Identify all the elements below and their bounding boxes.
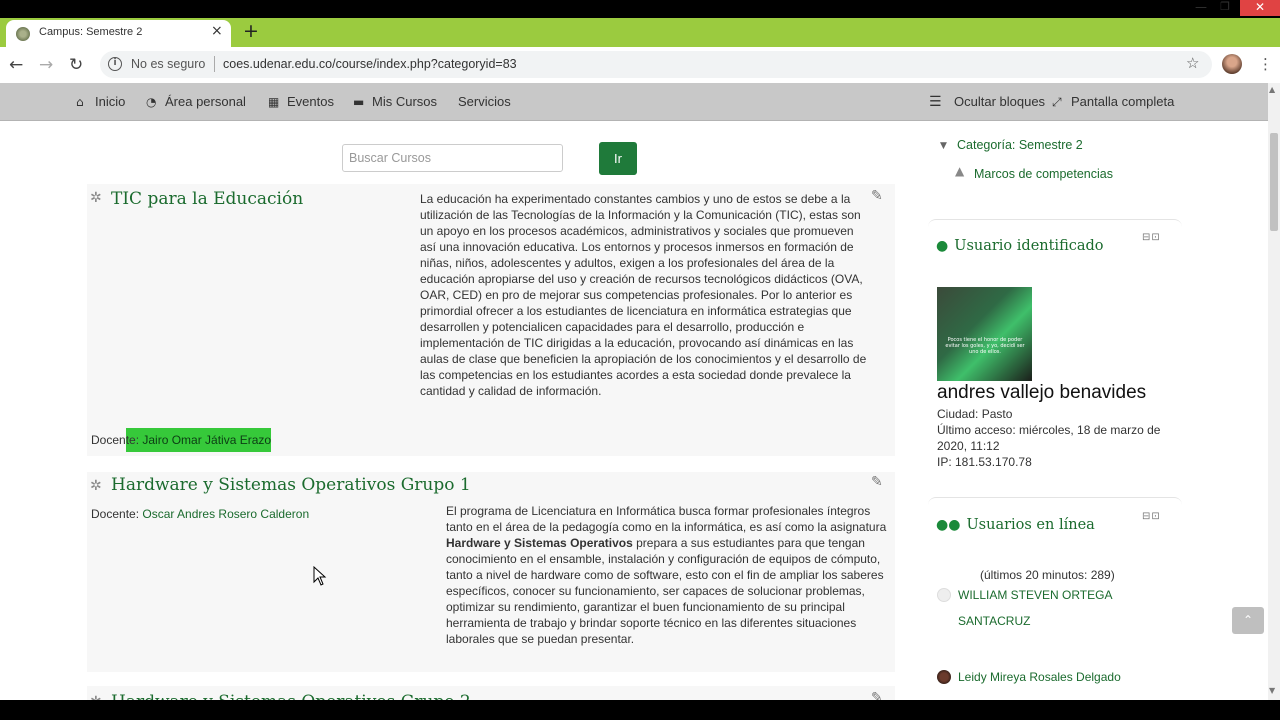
course-teacher: Docente: Oscar Andres Rosero Calderon	[91, 507, 309, 521]
teacher-label: Docente:	[91, 507, 143, 521]
scrollbar-thumb[interactable]	[1270, 133, 1278, 231]
profile-avatar[interactable]	[1222, 54, 1242, 74]
competencies-link[interactable]: Marcos de competencias	[974, 167, 1113, 181]
page-scrollbar[interactable]: ▲ ▼	[1268, 83, 1280, 700]
user-profile-photo[interactable]: Pocos tiene el honor de poder evitar los…	[937, 287, 1032, 381]
courses-icon: ▬	[353, 95, 365, 109]
site-navbar: ⌂ Inicio ◔ Área personal ▦ Eventos ▬ Mis Cur…	[0, 83, 1268, 121]
site-favicon-icon	[16, 27, 30, 41]
expand-icon: ⤢	[1052, 95, 1062, 109]
course-teacher: Docente: Jairo Omar Játiva Erazo	[91, 428, 272, 452]
teacher-label-b: te:	[125, 433, 143, 447]
course-box: ✲ TIC para la Educación ✎ La educación h…	[87, 184, 895, 456]
teacher-highlight: te: Jairo Omar Játiva Erazo	[125, 428, 272, 452]
logged-user-block: ● Usuario identificado ⊟⊡ Pocos tiene el …	[928, 219, 1182, 479]
user-icon: ●	[936, 238, 949, 254]
fullscreen-label: Pantalla completa	[1071, 94, 1175, 109]
users-icon: ●●	[936, 517, 961, 533]
nav-inicio-label: Inicio	[95, 94, 126, 109]
online-count: (últimos 20 minutos: 289)	[980, 568, 1115, 582]
nav-area-label: Área personal	[165, 94, 246, 109]
nav-eventos[interactable]: ▦ Eventos	[268, 94, 334, 109]
forward-arrow-icon[interactable]: →	[39, 55, 53, 75]
nav-cursos-label: Mis Cursos	[372, 94, 438, 109]
teacher-link[interactable]: Oscar Andres Rosero Calderon	[142, 507, 309, 521]
competency-icon: ▲	[955, 164, 965, 178]
online-user-link[interactable]: WILLIAM STEVEN ORTEGA SANTACRUZ	[958, 582, 1173, 634]
block-title-text: Usuario identificado	[954, 238, 1104, 254]
teacher-label-a: Docen	[91, 433, 126, 447]
scroll-down-icon[interactable]: ▼	[1269, 686, 1275, 695]
security-label[interactable]: No es seguro	[131, 57, 205, 71]
back-to-top-button[interactable]: ⌃	[1232, 607, 1264, 634]
url-omnibox[interactable]: i No es seguro coes.udenar.edu.co/course…	[100, 51, 1212, 78]
bookmark-star-icon[interactable]: ☆	[1186, 54, 1199, 72]
category-link[interactable]: Categoría: Semestre 2	[957, 138, 1083, 152]
online-user-avatar	[937, 670, 951, 684]
online-user-avatar	[937, 588, 951, 602]
block-controls-icon[interactable]: ⊟⊡	[1142, 511, 1161, 522]
summary-bold: Hardware y Sistemas Operativos	[446, 536, 633, 550]
browser-tab[interactable]: Campus: Semestre 2 ×	[6, 20, 231, 47]
user-city: Ciudad: Pasto	[937, 407, 1013, 421]
hide-blocks-button[interactable]: ☰ Ocultar bloques	[929, 94, 1045, 110]
browser-tab-bar: Campus: Semestre 2 × +	[0, 18, 1280, 47]
mouse-cursor-icon	[313, 566, 327, 586]
edit-icon[interactable]: ✎	[871, 188, 883, 204]
scroll-up-icon[interactable]: ▲	[1269, 85, 1275, 94]
summary-part: El programa de Licenciatura en Informáti…	[446, 504, 887, 534]
edit-icon[interactable]: ✎	[871, 474, 883, 490]
summary-part: prepara a sus estudiantes para que tenga…	[446, 536, 884, 646]
online-user-link[interactable]: Leidy Mireya Rosales Delgado	[958, 670, 1121, 684]
search-go-button[interactable]: Ir	[599, 142, 637, 175]
teacher-link[interactable]: Jairo Omar Játiva Erazo	[142, 433, 271, 447]
bottom-black-bar	[0, 700, 1280, 720]
expand-triangle-icon[interactable]: ▼	[940, 141, 947, 151]
window-restore-icon[interactable]: ❐	[1210, 0, 1240, 16]
photo-caption: Pocos tiene el honor de poder evitar los…	[945, 337, 1025, 355]
calendar-icon: ▦	[268, 95, 280, 109]
nav-area-personal[interactable]: ◔ Área personal	[146, 94, 246, 109]
hide-blocks-label: Ocultar bloques	[954, 94, 1046, 109]
course-summary: El programa de Licenciatura en Informáti…	[446, 503, 894, 647]
tab-close-icon[interactable]: ×	[211, 23, 223, 39]
course-icon: ✲	[90, 478, 102, 494]
home-icon: ⌂	[76, 95, 84, 109]
course-summary: La educación ha experimentado constantes…	[420, 192, 867, 398]
reload-icon[interactable]: ↻	[69, 55, 83, 75]
user-ip: IP: 181.53.170.78	[937, 455, 1032, 469]
online-users-block: ●● Usuarios en línea ⊟⊡ (últimos 20 minut…	[928, 497, 1182, 707]
course-box: ✲ Hardware y Sistemas Operativos Grupo 1…	[87, 472, 895, 672]
dashboard-icon: ◔	[146, 95, 157, 109]
user-last-access: Último acceso: miércoles, 18 de marzo de…	[937, 423, 1161, 453]
window-close-icon[interactable]: ✕	[1240, 0, 1280, 16]
list-icon: ☰	[929, 94, 942, 110]
screen: Campus: Semestre 2 × + — ❐ ✕ ← → ↻ i No …	[0, 0, 1280, 720]
nav-eventos-label: Eventos	[287, 94, 334, 109]
course-title-link[interactable]: TIC para la Educación	[111, 189, 303, 209]
omnibox-divider	[214, 56, 215, 72]
tab-title: Campus: Semestre 2	[39, 26, 143, 38]
back-arrow-icon[interactable]: ←	[9, 55, 23, 75]
nav-inicio[interactable]: ⌂ Inicio	[76, 94, 125, 109]
block-title: ●● Usuarios en línea	[936, 517, 1095, 533]
nav-servicios[interactable]: Servicios	[458, 94, 511, 109]
fullscreen-button[interactable]: ⤢ Pantalla completa	[1052, 94, 1174, 110]
block-controls-icon[interactable]: ⊟⊡	[1142, 232, 1161, 243]
new-tab-icon[interactable]: +	[243, 20, 259, 42]
url-text[interactable]: coes.udenar.edu.co/course/index.php?cate…	[223, 57, 517, 71]
address-bar: ← → ↻ i No es seguro coes.udenar.edu.co/…	[0, 47, 1280, 83]
course-title-link[interactable]: Hardware y Sistemas Operativos Grupo 1	[111, 475, 471, 495]
user-full-name[interactable]: andres vallejo benavides	[937, 382, 1146, 404]
top-black-bar	[0, 0, 1280, 18]
course-search-input[interactable]	[342, 144, 563, 172]
block-title-text: Usuarios en línea	[966, 517, 1095, 533]
browser-menu-icon[interactable]: ⋮	[1258, 55, 1273, 73]
block-title: ● Usuario identificado	[936, 238, 1104, 254]
course-icon: ✲	[90, 190, 102, 206]
info-icon[interactable]: i	[108, 57, 122, 71]
nav-mis-cursos[interactable]: ▬ Mis Cursos	[353, 94, 437, 109]
